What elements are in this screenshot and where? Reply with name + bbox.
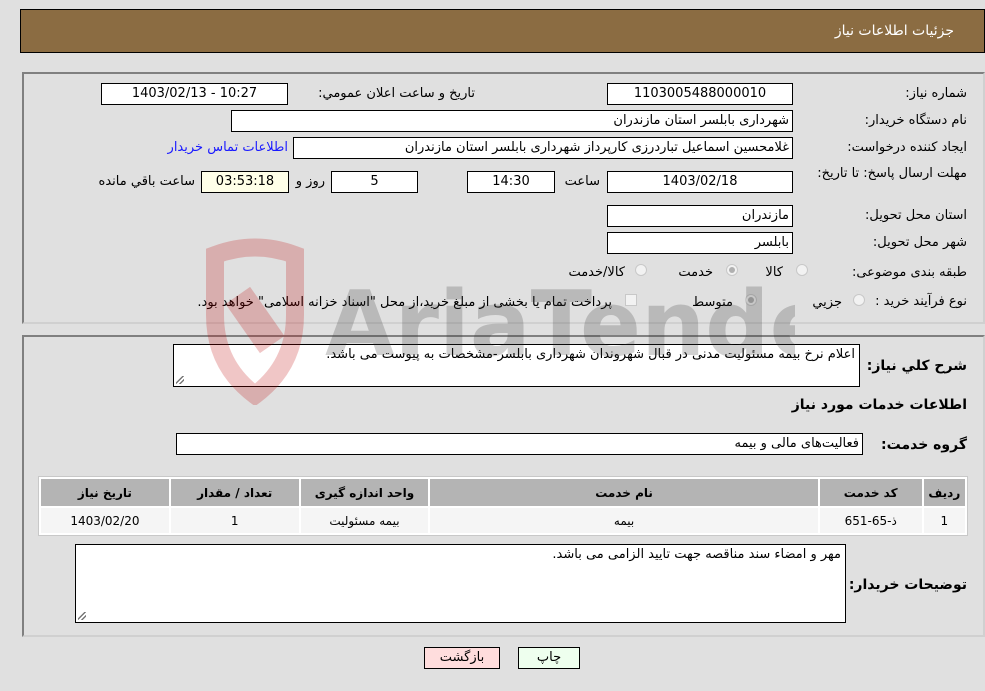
col-header-quantity: تعداد / مقدار	[170, 479, 299, 506]
province-field: مازندران	[607, 205, 793, 227]
cell-row-number: 1	[923, 508, 965, 533]
remaining-days-field: 5	[331, 171, 418, 193]
category-radio-goods[interactable]	[796, 264, 808, 276]
treasury-note: پرداخت تمام یا بخشی از مبلغ خرید،از محل …	[197, 295, 612, 310]
resize-grip-icon[interactable]	[78, 612, 86, 620]
need-number-field: 1103005488000010	[607, 83, 793, 105]
cell-service-name: بیمه	[430, 508, 818, 533]
col-header-row-number: ردیف	[923, 479, 965, 506]
cell-unit: بیمه مسئولیت	[300, 508, 429, 533]
deadline-date-field: 1403/02/18	[607, 171, 793, 193]
buyer-notes-label: توضیحات خریدار:	[848, 577, 967, 593]
cell-need-date: 1403/02/20	[41, 508, 169, 533]
cell-service-code: ذ-65-651	[819, 508, 922, 533]
resize-grip-icon[interactable]	[176, 376, 184, 384]
category-option-service: خدمت	[678, 265, 713, 280]
col-header-service-name: نام خدمت	[430, 479, 818, 506]
page-title: جزئیات اطلاعات نیاز	[834, 23, 954, 39]
purchase-type-option-medium: متوسط	[692, 295, 733, 310]
category-option-goods: کالا	[765, 265, 783, 280]
deadline-time-label: ساعت	[564, 174, 600, 189]
buyer-notes-textarea[interactable]: مهر و امضاء سند مناقصه جهت تایید الزامی …	[75, 544, 846, 623]
back-button[interactable]: بازگشت	[424, 647, 500, 669]
treasury-checkbox[interactable]	[625, 294, 637, 306]
service-group-field: فعالیت‌های مالی و بیمه	[176, 433, 863, 455]
category-label: طبقه بندی موضوعی:	[851, 265, 967, 280]
purchase-type-label: نوع فرآیند خرید :	[875, 294, 967, 309]
buyer-org-label: نام دستگاه خریدار:	[864, 113, 967, 128]
table-header-row: ردیف کد خدمت نام خدمت واحد اندازه گیری ت…	[41, 479, 965, 506]
creator-label: ایجاد کننده درخواست:	[847, 140, 967, 155]
category-radio-goods-service[interactable]	[635, 264, 647, 276]
buyer-notes-text: مهر و امضاء سند مناقصه جهت تایید الزامی …	[552, 547, 841, 562]
table-row: 1 ذ-65-651 بیمه بیمه مسئولیت 1 1403/02/2…	[41, 508, 965, 533]
category-radio-service[interactable]	[726, 264, 738, 276]
deadline-label: مهلت ارسال پاسخ: تا تاریخ:	[817, 166, 967, 181]
remaining-time-label: ساعت باقي مانده	[98, 174, 195, 189]
deadline-time-field: 14:30	[467, 171, 555, 193]
cell-quantity: 1	[170, 508, 299, 533]
purchase-type-option-minor: جزيي	[812, 295, 842, 310]
city-field: بابلسر	[607, 232, 793, 254]
col-header-unit: واحد اندازه گیری	[300, 479, 429, 506]
announce-datetime-label: تاریخ و ساعت اعلان عمومي:	[318, 86, 475, 101]
buyer-contact-link[interactable]: اطلاعات تماس خریدار	[168, 140, 288, 155]
purchase-type-radio-minor[interactable]	[853, 294, 865, 306]
description-label: شرح كلي نياز:	[866, 358, 967, 374]
remaining-time-field: 03:53:18	[201, 171, 289, 193]
category-option-goods-service: کالا/خدمت	[568, 265, 625, 280]
col-header-need-date: تاریخ نیاز	[41, 479, 169, 506]
print-button[interactable]: چاپ	[518, 647, 580, 669]
province-label: استان محل تحویل:	[865, 208, 967, 223]
city-label: شهر محل تحویل:	[872, 235, 967, 250]
services-heading: اطلاعات خدمات مورد نیاز	[791, 397, 967, 413]
page-header: جزئیات اطلاعات نیاز	[20, 9, 985, 53]
description-text: اعلام نرخ بیمه مسئولیت مدنی در قبال شهرو…	[326, 347, 855, 362]
days-label: روز و	[295, 174, 325, 189]
service-group-label: گروه خدمت:	[881, 437, 967, 453]
purchase-type-radio-medium[interactable]	[745, 294, 757, 306]
need-number-label: شماره نیاز:	[905, 86, 967, 101]
services-table: ردیف کد خدمت نام خدمت واحد اندازه گیری ت…	[38, 476, 968, 536]
announce-datetime-field: 1403/02/13 - 10:27	[101, 83, 288, 105]
buyer-org-field: شهرداری بابلسر استان مازندران	[231, 110, 793, 132]
description-textarea[interactable]: اعلام نرخ بیمه مسئولیت مدنی در قبال شهرو…	[173, 344, 860, 387]
col-header-service-code: کد خدمت	[819, 479, 922, 506]
creator-field: غلامحسین اسماعیل تباردرزی کارپرداز شهردا…	[293, 137, 793, 159]
